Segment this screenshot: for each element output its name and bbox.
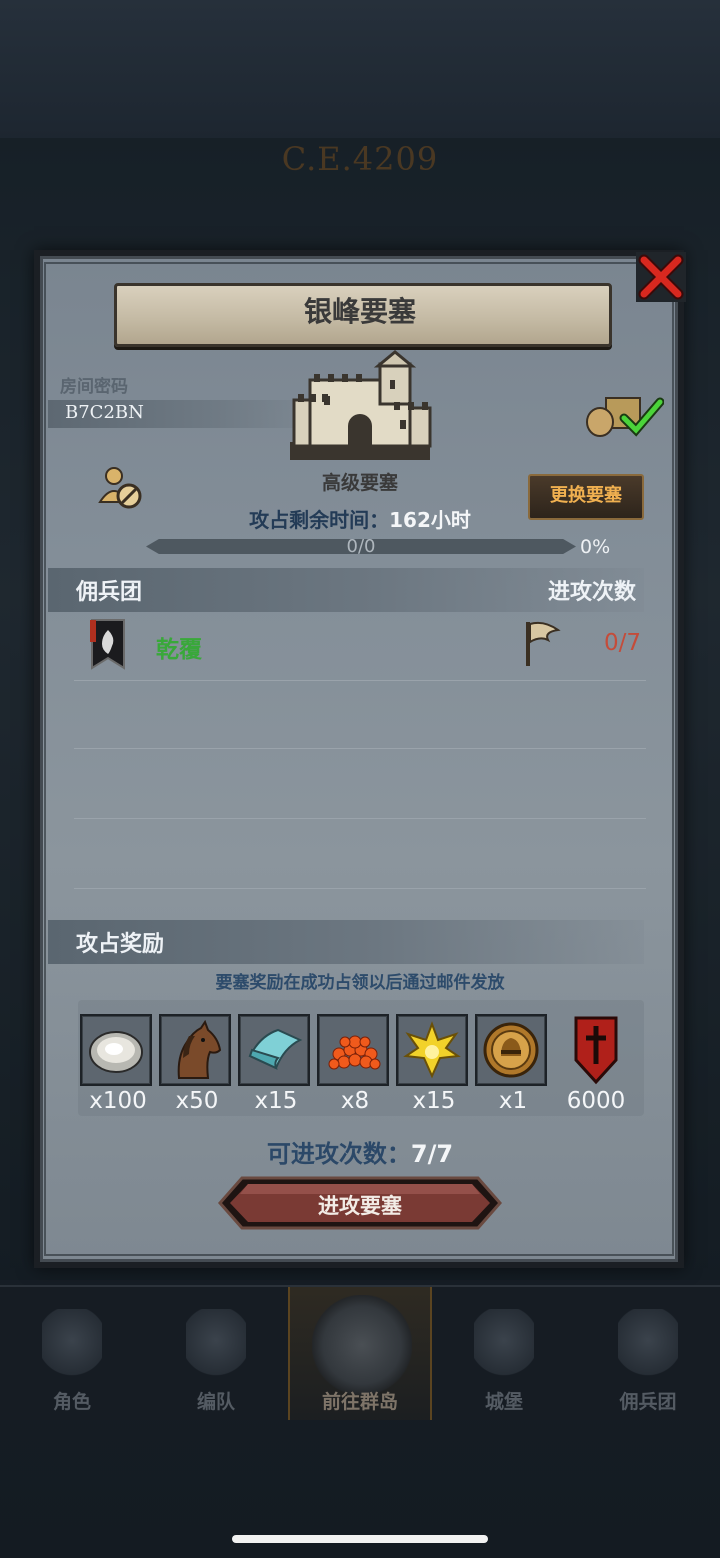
nav-item-formation[interactable]: 编队 xyxy=(144,1287,288,1420)
nav-label-character: 角色 xyxy=(52,1391,91,1413)
nav-item-character[interactable]: 角色 xyxy=(0,1287,144,1420)
mercenary-name: 乾覆 xyxy=(156,637,202,663)
nav-item-castle[interactable]: 城堡 xyxy=(432,1287,576,1420)
remaining-attempts-value: 7/7 xyxy=(410,1140,454,1168)
reward-header: 攻占奖励 xyxy=(76,932,165,957)
knight-icon xyxy=(42,1309,102,1379)
castle-icon xyxy=(474,1309,534,1379)
reward-item-cloth[interactable] xyxy=(238,1014,310,1086)
nav-item-islands[interactable]: 前往群岛 xyxy=(288,1287,432,1420)
reward-qty-oyster: x100 xyxy=(89,1088,147,1114)
room-code-value[interactable]: B7C2BN xyxy=(65,402,144,423)
reward-qty-horse: x50 xyxy=(175,1088,219,1114)
nav-label-islands: 前往群岛 xyxy=(321,1391,398,1413)
remaining-attempts-label: 可进攻次数： xyxy=(266,1140,411,1168)
fortress-castle-icon xyxy=(290,350,432,460)
capture-progress-text: 0/0 xyxy=(346,536,376,557)
flag-icon xyxy=(526,621,561,666)
fortress-type: 高级要塞 xyxy=(321,472,398,494)
golden-emblem-icon xyxy=(403,1021,461,1079)
no-player-icon[interactable] xyxy=(98,464,144,510)
home-indicator[interactable] xyxy=(232,1535,488,1543)
helmet-icon xyxy=(186,1309,246,1379)
reward-item-helmet-medal[interactable] xyxy=(475,1014,547,1086)
red-shield-icon[interactable] xyxy=(572,1014,620,1086)
reward-qty-helmet-medal: x1 xyxy=(498,1088,528,1114)
room-code-label: 房间密码 xyxy=(60,377,128,397)
mercenary-header: 佣兵团 xyxy=(76,580,143,605)
remaining-time: 攻占剩余时间：162小时 xyxy=(160,504,560,533)
attack-fortress-label: 进攻要塞 xyxy=(318,1194,402,1218)
nav-label-mercenary: 佣兵团 xyxy=(619,1391,677,1413)
reward-item-golden-emblem[interactable] xyxy=(396,1014,468,1086)
nav-label-formation: 编队 xyxy=(196,1391,235,1413)
nav-label-castle: 城堡 xyxy=(484,1391,523,1413)
fish-roe-icon xyxy=(328,1035,381,1070)
attack-count-header: 进攻次数 xyxy=(548,580,637,605)
empty-row-divider xyxy=(74,818,646,819)
mercenary-attack-count: 0/7 xyxy=(604,630,642,656)
reward-item-fish-roe[interactable] xyxy=(317,1014,389,1086)
reward-note: 要塞奖励在成功占领以后通过邮件发放 xyxy=(215,973,505,993)
remaining-attempts: 可进攻次数：7/7 xyxy=(160,1134,560,1169)
reward-qty-red-shield: 6000 xyxy=(566,1088,626,1114)
remaining-time-value: 162小时 xyxy=(389,508,471,532)
close-icon[interactable] xyxy=(636,252,686,302)
helmet-medal-icon xyxy=(483,1022,539,1078)
reward-qty-golden-emblem: x15 xyxy=(412,1088,456,1114)
empty-row-divider xyxy=(74,748,646,749)
mercenary-icon xyxy=(618,1309,678,1379)
reward-item-oyster[interactable] xyxy=(80,1014,152,1086)
empty-row-divider xyxy=(74,888,646,889)
horse-icon xyxy=(177,1020,222,1079)
compass-icon xyxy=(312,1295,412,1395)
oyster-icon xyxy=(89,1031,143,1073)
cloth-icon xyxy=(248,1028,303,1070)
dialog-title: 银峰要塞 xyxy=(303,295,416,328)
capture-progress-percent: 0% xyxy=(580,536,611,558)
bottom-nav: 角色 编队 前往群岛 城堡 佣兵团 xyxy=(0,1285,720,1420)
supply-check-icon[interactable] xyxy=(584,392,664,440)
nav-item-mercenary[interactable]: 佣兵团 xyxy=(576,1287,720,1420)
reward-qty-cloth: x15 xyxy=(254,1088,298,1114)
reward-qty-fish-roe: x8 xyxy=(340,1088,370,1114)
reward-item-horse[interactable] xyxy=(159,1014,231,1086)
remaining-time-label: 攻占剩余时间： xyxy=(249,508,390,532)
black-flame-banner-icon xyxy=(90,619,125,670)
